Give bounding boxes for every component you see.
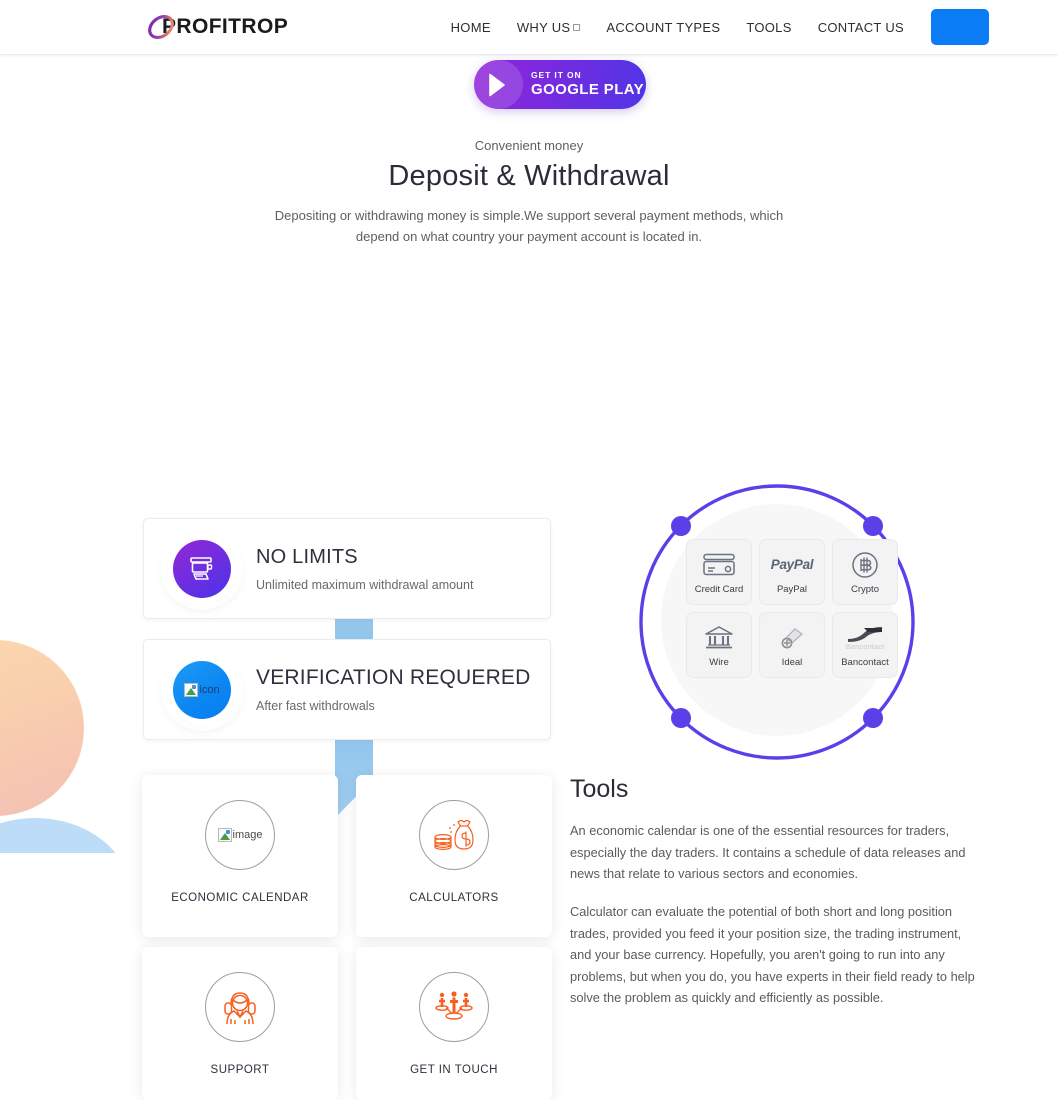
paypal-logo: PayPal [770,550,814,580]
tool-card-economic-calendar[interactable]: image ECONOMIC CALENDAR [142,775,338,938]
broken-image-alt-text: image [232,829,263,842]
hero-description: Depositing or withdrawing money is simpl… [274,208,784,245]
brand-name: PROFITROP [162,15,289,38]
payment-method-label: Credit Card [694,583,744,595]
support-agent-icon [205,972,275,1043]
tool-card-label: GET IN TOUCH [410,1064,498,1077]
payment-tile-wire[interactable]: Wire [686,612,752,679]
payment-tile-credit-card[interactable]: Credit Card [686,539,752,606]
bancontact-wordmark: Bancontact [845,641,885,651]
nav-item-home[interactable]: HOME [438,20,504,35]
nav-item-why-us[interactable]: WHY US [504,20,594,35]
tools-section: Tools An economic calendar is one of the… [570,775,982,1025]
bancontact-logo: Bancontact [844,623,886,653]
payment-tiles-grid: Credit Card PayPal PayPal Crypto Wire Id… [686,539,898,679]
feature-title: NO LIMITS [256,545,358,568]
nav-label: TOOLS [746,19,792,35]
feature-card-verification[interactable]: icon VERIFICATION REQUERED After fast wi… [143,639,551,741]
feature-subtitle: Unlimited maximum withdrawal amount [256,577,474,592]
credit-card-icon [702,550,736,580]
team-people-icon [419,972,489,1043]
tool-card-support[interactable]: SUPPORT [142,947,338,1100]
ideal-logo [778,623,806,653]
broken-image-glyph [184,682,199,697]
money-bag-coins-icon [419,800,489,871]
logo-swoosh-icon [146,10,174,44]
tool-card-get-in-touch[interactable]: GET IN TOUCH [356,947,552,1100]
google-play-icon [474,60,523,109]
payment-method-label: Wire [709,656,729,668]
broken-image-glyph [217,828,232,843]
google-play-badge[interactable]: GET IT ON GOOGLE PLAY [474,60,646,109]
payment-tile-crypto[interactable]: Crypto [832,539,898,606]
payment-method-label: Crypto [851,583,879,595]
payment-method-label: PayPal [776,583,808,595]
nav-item-contact-us[interactable]: CONTACT US [805,20,917,35]
google-play-small-label: GET IT ON [531,70,582,81]
atm-withdrawal-icon [173,539,231,598]
main-navigation: HOME WHY US ACCOUNT TYPES TOOLS CONTACT … [438,9,1058,45]
bitcoin-icon [851,550,879,580]
broken-image-icon: image [205,800,275,871]
hero-section: Convenient money Deposit & Withdrawal De… [0,138,1058,247]
nav-item-tools[interactable]: TOOLS [733,20,804,35]
blue-blob-decoration [0,818,130,853]
nav-item-account-types[interactable]: ACCOUNT TYPES [593,20,733,35]
site-header: PROFITROP HOME WHY US ACCOUNT TYPES TOOL… [0,0,1058,54]
nav-label: WHY US [516,19,571,35]
tool-card-label: SUPPORT [210,1064,270,1077]
google-play-big-label: GOOGLE PLAY [531,81,645,99]
broken-image-icon: icon [173,660,231,719]
orange-blob-decoration [0,640,84,816]
payment-tile-ideal[interactable]: Ideal [759,612,825,679]
brand-logo[interactable]: PROFITROP [146,7,288,47]
feature-title: VERIFICATION REQUERED [256,666,531,690]
tool-card-label: CALCULATORS [409,892,499,905]
tools-title: Tools [570,775,629,804]
nav-label: CONTACT US [817,19,904,35]
page-title: Deposit & Withdrawal [388,160,670,192]
paypal-wordmark: PayPal [770,557,814,573]
hero-eyebrow: Convenient money [474,138,584,153]
payment-tile-paypal[interactable]: PayPal PayPal [759,539,825,606]
broken-image-alt-text: icon [199,683,220,696]
tool-card-calculators[interactable]: CALCULATORS [356,775,552,938]
feature-card-no-limits[interactable]: NO LIMITS Unlimited maximum withdrawal a… [143,518,551,620]
payment-method-label: Bancontact [841,656,889,668]
tools-paragraph-2: Calculator can evaluate the potential of… [570,903,975,1006]
feature-subtitle: After fast withdrowals [256,699,375,714]
nav-label: HOME [450,19,491,35]
payment-tile-bancontact[interactable]: Bancontact Bancontact [832,612,898,679]
payment-method-label: Ideal [781,656,803,668]
nav-label: ACCOUNT TYPES [606,19,721,35]
payment-methods-wheel: Credit Card PayPal PayPal Crypto Wire Id… [634,479,920,771]
tool-card-label: ECONOMIC CALENDAR [171,892,309,905]
bank-icon [704,623,734,653]
header-cta-button[interactable] [931,9,989,45]
chevron-down-icon [573,23,581,31]
